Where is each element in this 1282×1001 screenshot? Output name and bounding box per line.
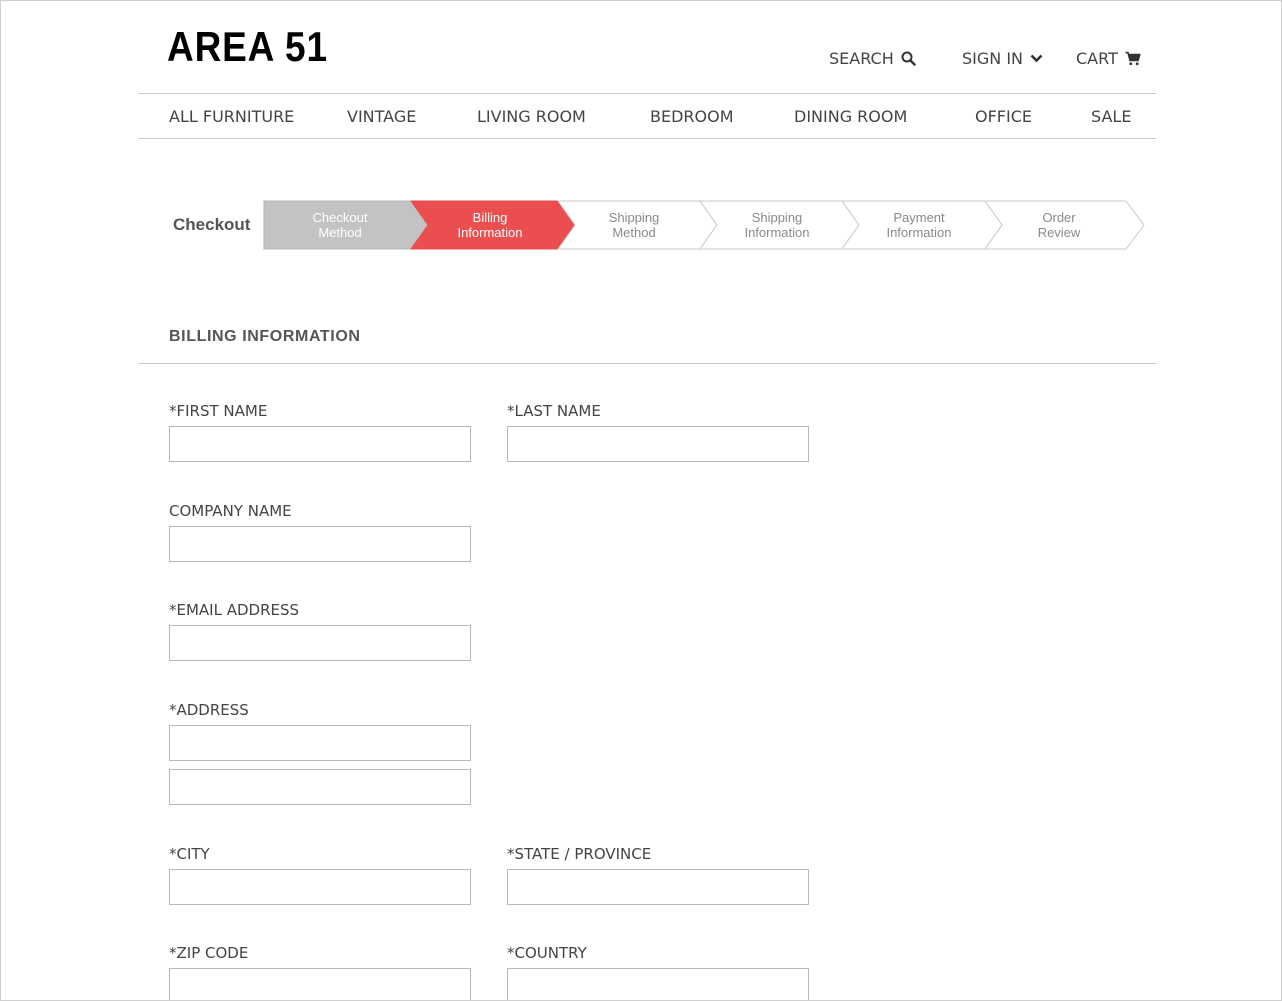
step-5-line2: Information [886, 225, 951, 240]
first-name-label: *FIRST NAME [169, 402, 268, 420]
step-2-line2: Information [457, 225, 522, 240]
section-divider [139, 363, 1156, 364]
email-label: *EMAIL ADDRESS [169, 601, 300, 619]
cart-label: CART [1076, 48, 1118, 68]
step-6-line1: Order [1042, 210, 1076, 225]
state-label: *STATE / PROVINCE [507, 845, 652, 863]
first-name-input[interactable] [169, 426, 471, 462]
checkout-progress: Checkout Method Billing Information Ship… [263, 200, 1145, 250]
nav-vintage[interactable]: VINTAGE [347, 94, 416, 139]
step-5-line1: Payment [893, 210, 945, 225]
last-name-label: *LAST NAME [507, 402, 601, 420]
nav-dining-room[interactable]: DINING ROOM [794, 94, 907, 139]
email-input[interactable] [169, 625, 471, 661]
sign-in-label: SIGN IN [962, 48, 1024, 68]
step-4-line1: Shipping [752, 210, 803, 225]
step-shipping-method[interactable]: Shipping Method [557, 200, 718, 250]
step-3-line1: Shipping [609, 210, 660, 225]
city-input[interactable] [169, 869, 471, 905]
step-4-line2: Information [744, 225, 809, 240]
step-shipping-information[interactable]: Shipping Information [699, 200, 860, 250]
company-name-label: COMPANY NAME [169, 502, 292, 520]
step-checkout-method[interactable]: Checkout Method [263, 200, 429, 250]
main-nav: ALL FURNITURE VINTAGE LIVING ROOM BEDROO… [1, 94, 1282, 139]
zip-label: *ZIP CODE [169, 944, 249, 962]
state-input[interactable] [507, 869, 809, 905]
company-name-input[interactable] [169, 526, 471, 562]
country-label: *COUNTRY [507, 944, 587, 962]
country-input[interactable] [507, 968, 809, 1000]
last-name-input[interactable] [507, 426, 809, 462]
address-line1-input[interactable] [169, 725, 471, 761]
nav-office[interactable]: OFFICE [975, 94, 1032, 139]
nav-living-room[interactable]: LIVING ROOM [477, 94, 586, 139]
step-payment-information[interactable]: Payment Information [841, 200, 1003, 250]
search-icon [901, 51, 916, 66]
cart-icon [1125, 51, 1141, 66]
cart-link[interactable]: CART [1076, 45, 1141, 71]
step-billing-information[interactable]: Billing Information [410, 200, 576, 250]
nav-sale[interactable]: SALE [1091, 94, 1131, 139]
step-6-line2: Review [1038, 225, 1081, 240]
step-3-line2: Method [612, 225, 655, 240]
sign-in-dropdown[interactable]: SIGN IN [962, 45, 1043, 71]
nav-all-furniture[interactable]: ALL FURNITURE [169, 94, 294, 139]
step-2-line1: Billing [473, 210, 508, 225]
step-1-line2: Method [318, 225, 361, 240]
search-link[interactable]: SEARCH [829, 45, 916, 71]
checkout-label: Checkout [173, 215, 251, 234]
billing-section-title: BILLING INFORMATION [169, 328, 361, 345]
step-order-review[interactable]: Order Review [984, 200, 1145, 250]
city-label: *CITY [169, 845, 210, 863]
step-1-line1: Checkout [313, 210, 368, 225]
address-line2-input[interactable] [169, 769, 471, 805]
address-label: *ADDRESS [169, 701, 249, 719]
nav-bedroom[interactable]: BEDROOM [650, 94, 734, 139]
zip-input[interactable] [169, 968, 471, 1000]
search-label: SEARCH [829, 48, 894, 68]
header-utility-links: SEARCH SIGN IN CART [0, 45, 1281, 71]
chevron-down-icon [1030, 54, 1043, 63]
